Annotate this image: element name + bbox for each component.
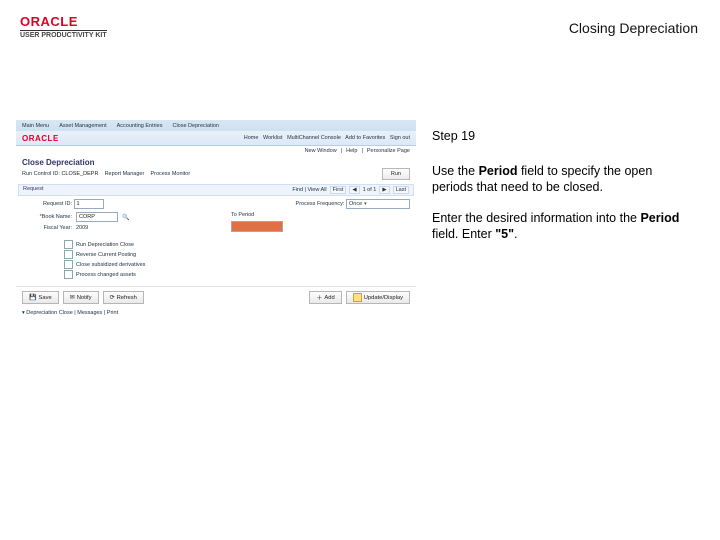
app-page-title: Close Depreciation (16, 156, 416, 167)
to-period-label: To Period (231, 212, 254, 218)
notify-icon: ✉ (70, 294, 75, 301)
instruction-line-1: Use the Period field to specify the open… (432, 163, 692, 196)
app-footer-links: ▾ Depreciation Close | Messages | Print (16, 308, 416, 318)
link-report-manager[interactable]: Report Manager (105, 171, 145, 177)
section-title: Request (23, 186, 44, 194)
lookup-icon[interactable]: 🔍 (122, 214, 129, 221)
pager-find[interactable]: Find | View All (292, 187, 326, 193)
refresh-icon: ⟳ (110, 294, 115, 301)
bottom-toolbar: 💾Save ✉Notify ⟳Refresh ＋Add Update/Displ… (16, 286, 416, 308)
link-worklist[interactable]: Worklist (263, 135, 282, 141)
app-meta-links: New Window | Help | Personalize Page (16, 146, 416, 156)
fiscal-year-value: 2009 (76, 225, 88, 231)
doc-header: ORACLE USER PRODUCTIVITY KIT Closing Dep… (16, 14, 704, 56)
section-request: Request Find | View All First ◀ 1 of 1 ▶… (18, 184, 414, 196)
link-help[interactable]: Help (346, 148, 357, 154)
option-close-sub-deriv[interactable]: Close subsidized derivatives (64, 260, 410, 269)
pager-last[interactable]: Last (393, 186, 409, 194)
chevron-down-icon: ▾ (364, 200, 367, 208)
tab-asset-mgmt[interactable]: Asset Management (59, 123, 106, 129)
save-icon: 💾 (29, 294, 36, 301)
process-freq-label: Process Frequency: (296, 201, 345, 207)
run-control-label: Run Control ID: (22, 171, 60, 177)
option-reverse-posting[interactable]: Reverse Current Posting (64, 250, 410, 259)
fiscal-year-label: Fiscal Year: (22, 225, 72, 231)
refresh-button[interactable]: ⟳Refresh (103, 291, 144, 304)
options-block: Run Depreciation Close Reverse Current P… (16, 237, 416, 282)
add-button[interactable]: ＋Add (309, 291, 341, 304)
page-title: Closing Depreciation (569, 20, 698, 36)
checkbox-icon[interactable] (64, 250, 73, 259)
link-personalize[interactable]: Personalize Page (367, 148, 410, 154)
app-header-links: Home Worklist MultiChannel Console Add t… (244, 135, 410, 141)
tab-main-menu[interactable]: Main Menu (22, 123, 49, 129)
tab-accounting-entries[interactable]: Accounting Entries (117, 123, 163, 129)
pager-next-icon[interactable]: ▶ (379, 186, 389, 194)
run-button[interactable]: Run (382, 168, 410, 180)
update-display-button[interactable]: Update/Display (346, 291, 410, 304)
notify-button[interactable]: ✉Notify (63, 291, 99, 304)
add-icon: ＋ (316, 293, 322, 302)
request-id-input[interactable]: 1 (74, 199, 104, 209)
run-control-value: CLOSE_DEPR (61, 171, 98, 177)
checkbox-icon[interactable] (64, 240, 73, 249)
request-id-label: Request ID: (22, 201, 72, 207)
pager-prev-icon[interactable]: ◀ (349, 186, 359, 194)
option-run-depr-close[interactable]: Run Depreciation Close (64, 240, 410, 249)
step-label: Step 19 (432, 128, 692, 145)
app-oracle-logo: ORACLE (22, 134, 59, 143)
option-process-changed[interactable]: Process changed assets (64, 270, 410, 279)
app-screenshot: Main Menu Asset Management Accounting En… (16, 120, 416, 380)
upk-label: USER PRODUCTIVITY KIT (20, 30, 107, 39)
oracle-logo: ORACLE (20, 14, 107, 29)
book-input[interactable]: CORP (76, 212, 118, 222)
process-freq-select[interactable]: Once▾ (346, 199, 410, 209)
instruction-panel: Step 19 Use the Period field to specify … (432, 128, 692, 257)
pager-first[interactable]: First (330, 186, 347, 194)
link-favorites[interactable]: Add to Favorites (345, 135, 385, 141)
breadcrumb-tabs: Main Menu Asset Management Accounting En… (16, 120, 416, 131)
book-label: **Book Name:Book Name: (22, 214, 72, 220)
app-brandbar: ORACLE Home Worklist MultiChannel Consol… (16, 131, 416, 146)
pager-pos: 1 of 1 (363, 187, 377, 193)
link-process-monitor[interactable]: Process Monitor (150, 171, 190, 177)
link-mcc[interactable]: MultiChannel Console (287, 135, 341, 141)
link-home[interactable]: Home (244, 135, 259, 141)
link-new-window[interactable]: New Window (305, 148, 337, 154)
section-pager: Find | View All First ◀ 1 of 1 ▶ Last (292, 186, 409, 194)
checkbox-icon[interactable] (64, 270, 73, 279)
logo-block: ORACLE USER PRODUCTIVITY KIT (20, 14, 107, 39)
link-signout[interactable]: Sign out (390, 135, 410, 141)
form-area: Request ID: 1 Process Frequency: Once▾ *… (16, 197, 416, 237)
save-button[interactable]: 💾Save (22, 291, 59, 304)
period-input[interactable] (231, 221, 283, 232)
instruction-line-2: Enter the desired information into the P… (432, 210, 692, 243)
update-icon (353, 293, 362, 302)
tab-close-depr[interactable]: Close Depreciation (172, 123, 218, 129)
checkbox-icon[interactable] (64, 260, 73, 269)
